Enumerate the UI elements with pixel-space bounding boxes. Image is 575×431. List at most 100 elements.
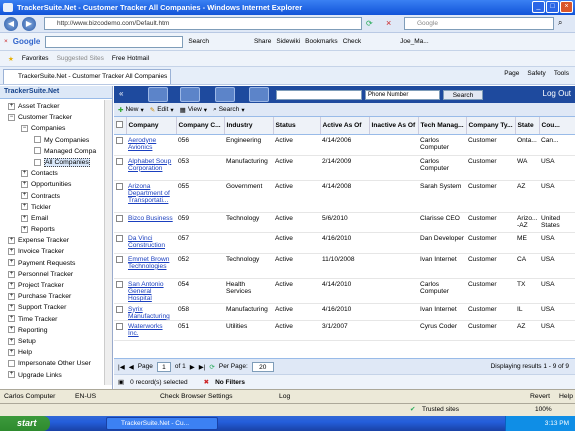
bookmarks-button[interactable]: Bookmarks: [305, 38, 338, 45]
column-header[interactable]: Cou...: [539, 117, 575, 135]
sidebar-item-opportunities[interactable]: + Opportunities: [0, 179, 112, 190]
expand-icon[interactable]: +: [21, 169, 28, 177]
expand-icon[interactable]: +: [21, 181, 28, 189]
expand-icon[interactable]: +: [8, 304, 15, 312]
expand-icon[interactable]: +: [21, 225, 28, 233]
collapse-icon[interactable]: −: [8, 113, 15, 121]
browser-tab[interactable]: TrackerSuite.Net - Customer Tracker All …: [3, 69, 171, 84]
sidebar-item-support-tracker[interactable]: + Support Tracker: [0, 302, 112, 313]
web-search-input[interactable]: Google: [404, 17, 554, 30]
column-header[interactable]: Company Ty...: [466, 117, 516, 135]
page-icon[interactable]: [8, 360, 15, 368]
free-hotmail-link[interactable]: Free Hotmail: [112, 55, 149, 62]
expand-icon[interactable]: +: [8, 292, 15, 300]
view-button[interactable]: ▦ View ▾: [180, 106, 207, 114]
toolbar-close-icon[interactable]: ×: [4, 38, 8, 45]
collapse-icon[interactable]: −: [21, 125, 28, 133]
refresh-grid-icon[interactable]: ⟳: [209, 363, 214, 371]
company-link[interactable]: Da Vinci Construction: [128, 235, 165, 249]
sidebar-item-personnel-tracker[interactable]: + Personnel Tracker: [0, 269, 112, 280]
column-header[interactable]: Industry: [224, 117, 274, 135]
expand-icon[interactable]: +: [8, 371, 15, 379]
safety-menu[interactable]: Safety: [527, 70, 545, 77]
table-row[interactable]: Emmet Brown Technologies 052 Technology Act…: [114, 253, 575, 279]
expand-icon[interactable]: +: [8, 281, 15, 289]
row-checkbox[interactable]: [114, 180, 126, 213]
column-header[interactable]: State: [515, 117, 540, 135]
sidebar-item-managed-compa[interactable]: Managed Compa: [0, 146, 112, 157]
cell-company[interactable]: Da Vinci Construction: [126, 232, 176, 254]
check-browser-settings-link[interactable]: Check Browser Settings: [160, 390, 233, 403]
table-row[interactable]: Aerodyne Avionics 056 Engineering Active 4/1…: [114, 134, 575, 156]
column-header[interactable]: Company: [126, 117, 177, 135]
check-button[interactable]: Check: [343, 38, 361, 45]
sidebar-item-asset-tracker[interactable]: + Asset Tracker: [0, 101, 112, 112]
page-icon[interactable]: [34, 158, 41, 166]
minimize-button[interactable]: _: [532, 1, 545, 13]
cell-company[interactable]: San Antonio General Hospital: [126, 278, 176, 304]
sidebar-item-setup[interactable]: + Setup: [0, 336, 112, 347]
sidebar-item-payment-requests[interactable]: + Payment Requests: [0, 258, 112, 269]
last-page-icon[interactable]: ▶|: [199, 363, 206, 371]
expand-icon[interactable]: +: [21, 192, 28, 200]
row-checkbox[interactable]: [114, 278, 126, 304]
next-page-icon[interactable]: ▶: [190, 363, 195, 371]
table-row[interactable]: Alphabet Soup Corporation 053 Manufacturin…: [114, 155, 575, 181]
prev-page-icon[interactable]: ◀: [129, 363, 134, 371]
column-header[interactable]: Inactive As Of: [369, 117, 419, 135]
clock-icon[interactable]: [180, 87, 200, 102]
refresh-icon[interactable]: ⟳: [366, 19, 373, 28]
first-page-icon[interactable]: |◀: [118, 363, 125, 371]
sidebar-item-contacts[interactable]: + Contacts: [0, 168, 112, 179]
expand-icon[interactable]: +: [8, 102, 15, 110]
page-menu[interactable]: Page: [504, 70, 519, 77]
sidebar-item-companies[interactable]: − Companies: [0, 123, 112, 134]
table-row[interactable]: Da Vinci Construction 057 Active 4/16/2010 D…: [114, 232, 575, 254]
company-link[interactable]: Alphabet Soup Corporation: [128, 158, 171, 172]
sidebar-item-invoice-tracker[interactable]: + Invoice Tracker: [0, 246, 112, 257]
per-page-select[interactable]: 20: [251, 361, 274, 372]
table-row[interactable]: Bizco Business 059 Technology Active 5/6/201…: [114, 212, 575, 233]
sidebar-item-help[interactable]: + Help: [0, 347, 112, 358]
close-button[interactable]: ×: [560, 1, 573, 13]
forward-button[interactable]: ▶: [22, 17, 36, 31]
select-all-checkbox[interactable]: [114, 117, 127, 135]
cell-company[interactable]: Emmet Brown Technologies: [126, 253, 176, 279]
column-header[interactable]: Company C...: [176, 117, 225, 135]
suggested-sites-link[interactable]: Suggested Sites: [57, 55, 104, 62]
home-icon[interactable]: [148, 87, 168, 102]
google-search-input[interactable]: [45, 35, 184, 48]
grid-search-button[interactable]: ⌕ Search ▾: [213, 106, 245, 114]
company-link[interactable]: Arizona Department of Transportati...: [128, 183, 170, 205]
expand-icon[interactable]: +: [8, 259, 15, 267]
google-search-button[interactable]: Search: [188, 38, 209, 45]
cell-company[interactable]: Alphabet Soup Corporation: [126, 155, 176, 181]
sidewiki-button[interactable]: Sidewiki: [276, 38, 300, 45]
header-search-input[interactable]: [276, 90, 362, 100]
table-row[interactable]: Syrix Manufacturing 058 Manufacturing Activ…: [114, 303, 575, 322]
new-button[interactable]: ✚ New ▾: [118, 106, 144, 114]
expand-icon[interactable]: +: [8, 270, 15, 278]
collapse-sidebar-icon[interactable]: «: [119, 89, 123, 98]
table-row[interactable]: San Antonio General Hospital 054 Health Se…: [114, 278, 575, 304]
cell-company[interactable]: Waterworks Inc.: [126, 320, 176, 342]
sidebar-item-email[interactable]: + Email: [0, 213, 112, 224]
expand-icon[interactable]: +: [8, 326, 15, 334]
maximize-button[interactable]: □: [546, 1, 559, 13]
search-icon[interactable]: ⌕: [558, 18, 562, 28]
cell-company[interactable]: Bizco Business: [126, 212, 176, 233]
start-button[interactable]: start: [0, 416, 50, 431]
sidebar-item-project-tracker[interactable]: + Project Tracker: [0, 280, 112, 291]
log-link[interactable]: Log: [279, 390, 290, 403]
expand-icon[interactable]: +: [8, 315, 15, 323]
sidebar-item-upgrade-links[interactable]: + Upgrade Links: [0, 370, 112, 381]
sidebar-item-time-tracker[interactable]: + Time Tracker: [0, 314, 112, 325]
company-link[interactable]: San Antonio General Hospital: [128, 281, 164, 303]
sidebar-scrollbar[interactable]: [104, 100, 112, 385]
sidebar-item-contracts[interactable]: + Contracts: [0, 191, 112, 202]
row-checkbox[interactable]: [114, 320, 126, 342]
sidebar-item-impersonate-other-user[interactable]: Impersonate Other User: [0, 358, 112, 369]
edit-button[interactable]: ✎ Edit ▾: [150, 106, 174, 114]
sidebar-item-expense-tracker[interactable]: + Expense Tracker: [0, 235, 112, 246]
page-number-input[interactable]: 1: [156, 361, 171, 372]
